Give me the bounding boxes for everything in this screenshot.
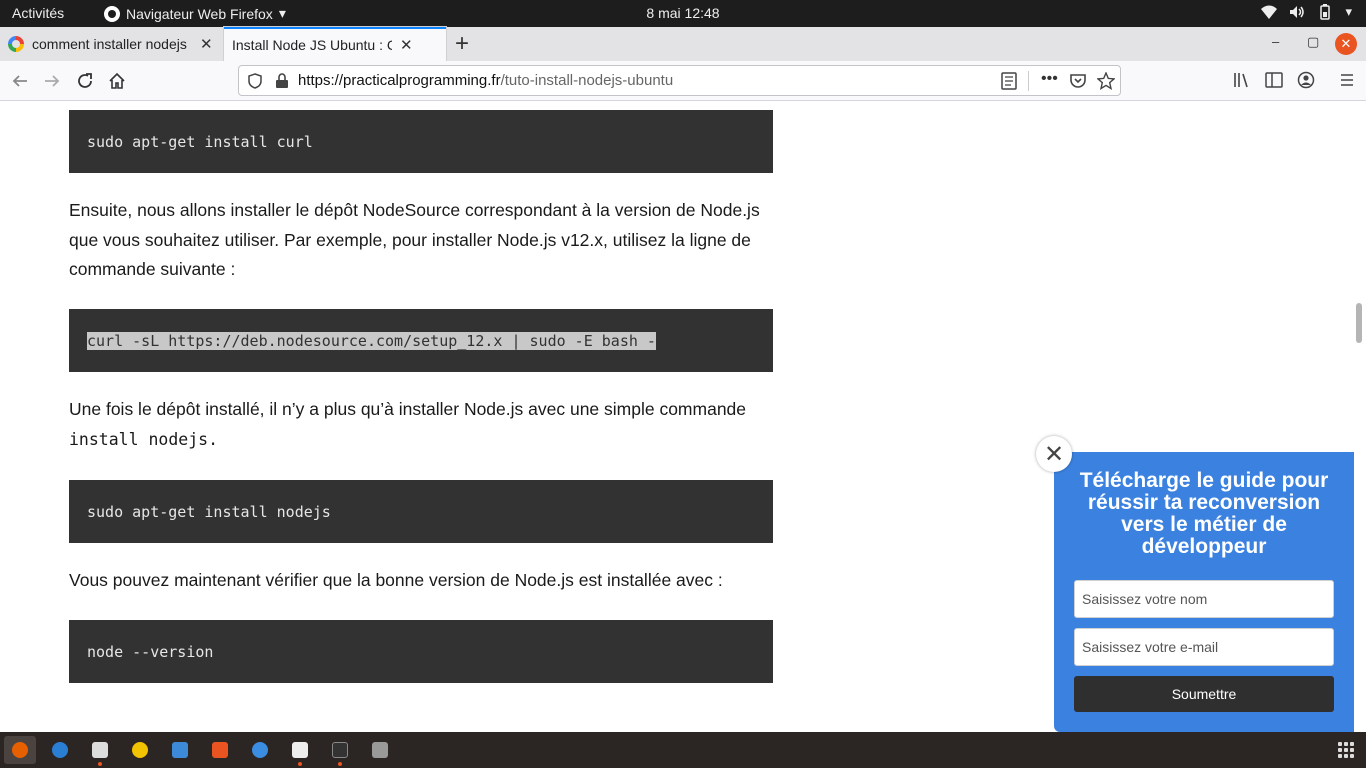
dock-writer[interactable] xyxy=(164,736,196,764)
close-icon[interactable]: ✕ xyxy=(200,35,213,53)
email-input[interactable] xyxy=(1074,628,1334,666)
text-editor-icon xyxy=(292,742,308,758)
dock-help[interactable] xyxy=(244,736,276,764)
chevron-down-icon: ▾ xyxy=(278,5,286,21)
dock-thunderbird[interactable] xyxy=(44,736,76,764)
pocket-icon[interactable] xyxy=(1069,72,1087,90)
submit-button[interactable]: Soumettre xyxy=(1074,676,1334,712)
paragraph-install: Une fois le dépôt installé, il n’y a plu… xyxy=(69,395,779,454)
home-button[interactable] xyxy=(103,67,131,95)
scrollbar-thumb[interactable] xyxy=(1356,303,1362,343)
page-actions-icon[interactable]: ••• xyxy=(1041,70,1058,88)
dock-text-editor[interactable] xyxy=(284,736,316,766)
reload-icon xyxy=(78,73,92,88)
shield-icon[interactable] xyxy=(247,73,263,89)
code-text: sudo apt-get install curl xyxy=(87,132,313,151)
sidebar-icon[interactable] xyxy=(1265,71,1283,89)
google-g-icon xyxy=(8,36,24,52)
bookmark-star-icon[interactable] xyxy=(1097,72,1115,90)
activities-button[interactable]: Activités xyxy=(12,5,64,21)
volume-icon xyxy=(1290,6,1305,18)
wifi-icon xyxy=(1261,5,1278,19)
tab-install-node-ubuntu[interactable]: Install Node JS Ubuntu : Comment ✕ xyxy=(224,27,446,61)
running-indicator xyxy=(98,762,102,766)
reload-button[interactable] xyxy=(71,67,99,95)
thunderbird-icon xyxy=(52,742,68,758)
arrow-right-icon xyxy=(45,75,60,87)
tab-title: Install Node JS Ubuntu : Comment xyxy=(232,37,392,53)
firefox-icon xyxy=(12,742,28,758)
running-indicator xyxy=(338,762,342,766)
terminal-icon xyxy=(332,742,348,758)
url-domain: https://practicalprogramming.fr xyxy=(298,72,501,89)
app-menu-label: Navigateur Web Firefox xyxy=(126,5,273,22)
tab-google-search[interactable]: comment installer nodejs ✕ xyxy=(0,27,222,61)
dock-disk[interactable] xyxy=(364,736,396,764)
rhythmbox-icon xyxy=(132,742,148,758)
system-tray[interactable]: ▾ xyxy=(1261,4,1352,20)
name-input[interactable] xyxy=(1074,580,1334,618)
tab-title: comment installer nodejs xyxy=(32,36,187,52)
hamburger-menu-icon[interactable] xyxy=(1338,71,1356,89)
code-text: node --version xyxy=(87,642,214,661)
popup-close-button[interactable]: ✕ xyxy=(1036,436,1072,472)
url-text[interactable]: https://practicalprogramming.fr/tuto-ins… xyxy=(298,72,673,89)
newsletter-popup: Télécharge le guide pour réussir ta reco… xyxy=(1054,452,1354,732)
dock-rhythmbox[interactable] xyxy=(124,736,156,764)
code-block-nodejs[interactable]: sudo apt-get install nodejs xyxy=(69,480,773,543)
library-icon[interactable] xyxy=(1233,71,1251,89)
tab-strip: comment installer nodejs ✕ Install Node … xyxy=(0,27,1366,61)
url-bar[interactable]: https://practicalprogramming.fr/tuto-ins… xyxy=(238,65,1121,96)
paragraph-verify: Vous pouvez maintenant vérifier que la b… xyxy=(69,570,723,590)
disk-icon xyxy=(372,742,388,758)
firefox-icon xyxy=(104,5,120,22)
window-close-button[interactable]: ✕ xyxy=(1335,33,1357,55)
maximize-button[interactable]: ▢ xyxy=(1307,34,1319,50)
power-menu-icon: ▾ xyxy=(1345,4,1352,19)
writer-icon xyxy=(172,742,188,758)
minimize-button[interactable]: – xyxy=(1272,34,1279,49)
code-text: sudo apt-get install nodejs xyxy=(87,502,331,521)
dock-files[interactable] xyxy=(84,736,116,766)
reader-view-icon[interactable] xyxy=(1001,72,1017,90)
paragraph-nodesource: Ensuite, nous allons installer le dépôt … xyxy=(69,200,760,279)
inline-code: install nodejs. xyxy=(69,429,219,449)
page-content: sudo apt-get install curl Ensuite, nous … xyxy=(0,101,1366,732)
arrow-left-icon xyxy=(12,75,27,87)
account-icon[interactable] xyxy=(1297,71,1315,89)
new-tab-button[interactable]: + xyxy=(455,30,469,58)
system-top-bar: Activités Navigateur Web Firefox ▾ 8 mai… xyxy=(0,0,1366,27)
back-button[interactable] xyxy=(6,67,34,95)
code-text-selected: curl -sL https://deb.nodesource.com/setu… xyxy=(87,331,656,350)
url-bar-separator xyxy=(1028,71,1029,91)
dock-terminal[interactable] xyxy=(324,736,356,766)
code-block-curl[interactable]: sudo apt-get install curl xyxy=(69,110,773,173)
dock-firefox[interactable] xyxy=(4,736,36,764)
code-block-version[interactable]: node --version xyxy=(69,620,773,683)
forward-button[interactable] xyxy=(38,67,66,95)
software-center-icon xyxy=(212,742,228,758)
app-menu[interactable]: Navigateur Web Firefox ▾ xyxy=(104,5,286,22)
lock-icon[interactable] xyxy=(275,73,289,89)
taskbar xyxy=(0,732,1366,768)
running-indicator xyxy=(298,762,302,766)
code-block-setup[interactable]: curl -sL https://deb.nodesource.com/setu… xyxy=(69,309,773,372)
help-icon xyxy=(252,742,268,758)
files-icon xyxy=(92,742,108,758)
url-path: /tuto-install-nodejs-ubuntu xyxy=(500,72,674,89)
home-icon xyxy=(109,72,125,89)
popup-title: Télécharge le guide pour réussir ta reco… xyxy=(1079,469,1329,558)
battery-icon xyxy=(1320,4,1331,20)
paragraph-text: Une fois le dépôt installé, il n’y a plu… xyxy=(69,399,747,419)
dock-software[interactable] xyxy=(204,736,236,764)
close-icon[interactable]: ✕ xyxy=(400,36,413,54)
navigation-toolbar: https://practicalprogramming.fr/tuto-ins… xyxy=(0,61,1366,101)
show-applications-icon[interactable] xyxy=(1338,742,1354,758)
